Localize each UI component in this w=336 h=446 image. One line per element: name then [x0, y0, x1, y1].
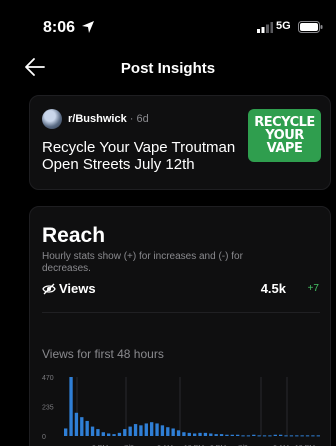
battery-icon — [298, 21, 323, 33]
chart-bar[interactable] — [214, 434, 218, 436]
chart-bar[interactable] — [133, 424, 138, 436]
post-insights-screen: 8:06 5G Post Insights r/Bushwick · 6d Re… — [0, 0, 336, 446]
thumbnail-text-line: VAPE — [266, 141, 303, 156]
subreddit-avatar — [42, 109, 62, 129]
chart-bar[interactable] — [160, 425, 165, 436]
y-tick-label: 0 — [42, 434, 46, 441]
chart-bar[interactable] — [295, 435, 299, 437]
network-label: 5G — [276, 20, 291, 32]
views-bar-chart: 47023506 PM7/86 AM12 PM6 PM7/96 AM12 PM — [42, 375, 320, 446]
chart-bar[interactable] — [230, 434, 234, 436]
post-card[interactable]: r/Bushwick · 6d Recycle Your Vape Troutm… — [29, 95, 331, 190]
chart-bar[interactable] — [198, 432, 202, 436]
post-title[interactable]: Recycle Your Vape Troutman Open Streets … — [42, 139, 257, 173]
chart-bar[interactable] — [176, 430, 181, 436]
chart-bar[interactable] — [69, 377, 73, 436]
chart-bar[interactable] — [236, 434, 240, 436]
chart-bar[interactable] — [316, 435, 320, 437]
chart-bar[interactable] — [80, 417, 84, 436]
chart-bar[interactable] — [203, 432, 208, 436]
subreddit-name[interactable]: r/Bushwick — [68, 113, 127, 125]
chart-bar[interactable] — [300, 435, 304, 437]
post-age: · 6d — [129, 113, 149, 125]
chart-bar[interactable] — [241, 435, 245, 437]
chart-bar[interactable] — [257, 435, 261, 437]
chart-bar[interactable] — [171, 428, 175, 436]
chart-bar[interactable] — [150, 422, 154, 436]
chart-bar[interactable] — [166, 427, 170, 436]
chart-bar[interactable] — [123, 429, 127, 436]
views-label: Views — [59, 281, 96, 296]
views-delta: +7 — [307, 283, 319, 294]
chart-bar[interactable] — [90, 426, 95, 436]
chart-bar[interactable] — [107, 433, 111, 436]
chart-bar[interactable] — [305, 435, 310, 437]
y-tick-label: 235 — [42, 405, 54, 412]
chart-bar[interactable] — [64, 428, 68, 436]
chart-title: Views for first 48 hours — [42, 347, 164, 361]
views-value: 4.5k — [260, 281, 286, 296]
chart-bar[interactable] — [209, 433, 213, 436]
y-tick-label: 470 — [42, 375, 54, 382]
chart-bar[interactable] — [117, 432, 122, 436]
chart-bar[interactable] — [284, 435, 288, 437]
status-time: 8:06 — [43, 19, 76, 36]
chart-bar[interactable] — [74, 412, 79, 436]
chart-bar[interactable] — [262, 435, 267, 437]
chart-bar[interactable] — [193, 433, 197, 436]
chart-bar[interactable] — [289, 435, 294, 437]
chart-bar[interactable] — [112, 434, 116, 436]
status-bar: 8:06 5G — [0, 0, 336, 60]
chart-bar[interactable] — [246, 435, 251, 437]
chart-bar[interactable] — [219, 434, 224, 436]
chart-bar[interactable] — [96, 429, 100, 436]
chart-bar[interactable] — [311, 435, 315, 437]
eye-icon — [42, 283, 56, 295]
chart-bar[interactable] — [85, 420, 89, 436]
chart-bar[interactable] — [225, 434, 229, 436]
page-title: Post Insights — [120, 60, 216, 77]
divider — [42, 312, 320, 313]
chart-bar[interactable] — [268, 435, 272, 437]
reach-title: Reach — [42, 224, 106, 247]
chart-bar[interactable] — [139, 425, 143, 436]
location-arrow-icon — [82, 21, 94, 33]
chart-bar[interactable] — [273, 434, 277, 436]
chart-bar[interactable] — [252, 434, 256, 436]
chart-bar[interactable] — [187, 432, 191, 436]
reach-card: Reach Hourly stats show (+) for increase… — [29, 206, 331, 446]
chart-bar[interactable] — [101, 432, 105, 436]
chart-bar[interactable] — [182, 432, 186, 436]
reach-subtitle: Hourly stats show (+) for increases and … — [42, 251, 243, 274]
chart-bar[interactable] — [128, 426, 132, 436]
signal-icon — [257, 22, 273, 33]
chart-bar[interactable] — [155, 423, 159, 436]
post-meta: r/Bushwick · 6d — [68, 113, 149, 125]
post-thumbnail[interactable]: RECYCLE YOUR VAPE — [248, 109, 321, 162]
chart-bar[interactable] — [279, 434, 283, 436]
chart-bar[interactable] — [144, 423, 148, 436]
